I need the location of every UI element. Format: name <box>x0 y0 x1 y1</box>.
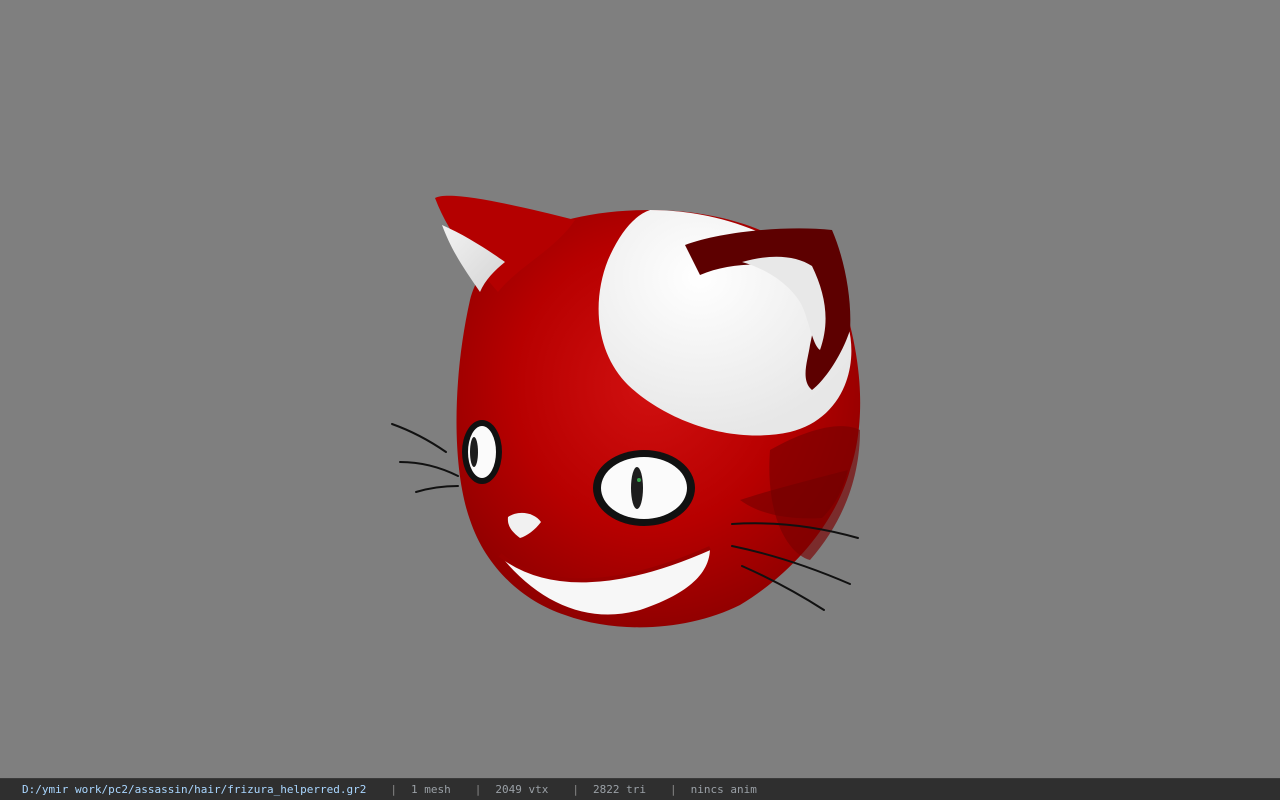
left-eye <box>462 420 502 484</box>
status-separator: | <box>572 783 579 796</box>
right-eye <box>593 450 695 526</box>
file-path: D:/ymir work/pc2/assassin/hair/frizura_h… <box>22 783 367 796</box>
status-bar: D:/ymir work/pc2/assassin/hair/frizura_h… <box>0 778 1280 800</box>
3d-viewport[interactable] <box>0 0 1280 778</box>
left-whiskers <box>391 423 459 493</box>
status-separator: | <box>669 783 677 796</box>
status-separator: | <box>390 783 397 796</box>
animation-status: nincs anim <box>690 783 757 796</box>
status-separator: | <box>474 783 482 796</box>
vertex-count: 2049 vtx <box>495 783 549 796</box>
triangle-count: 2822 tri <box>592 783 646 796</box>
cat-head-model[interactable] <box>0 0 1280 778</box>
mesh-count: 1 mesh <box>411 783 451 796</box>
